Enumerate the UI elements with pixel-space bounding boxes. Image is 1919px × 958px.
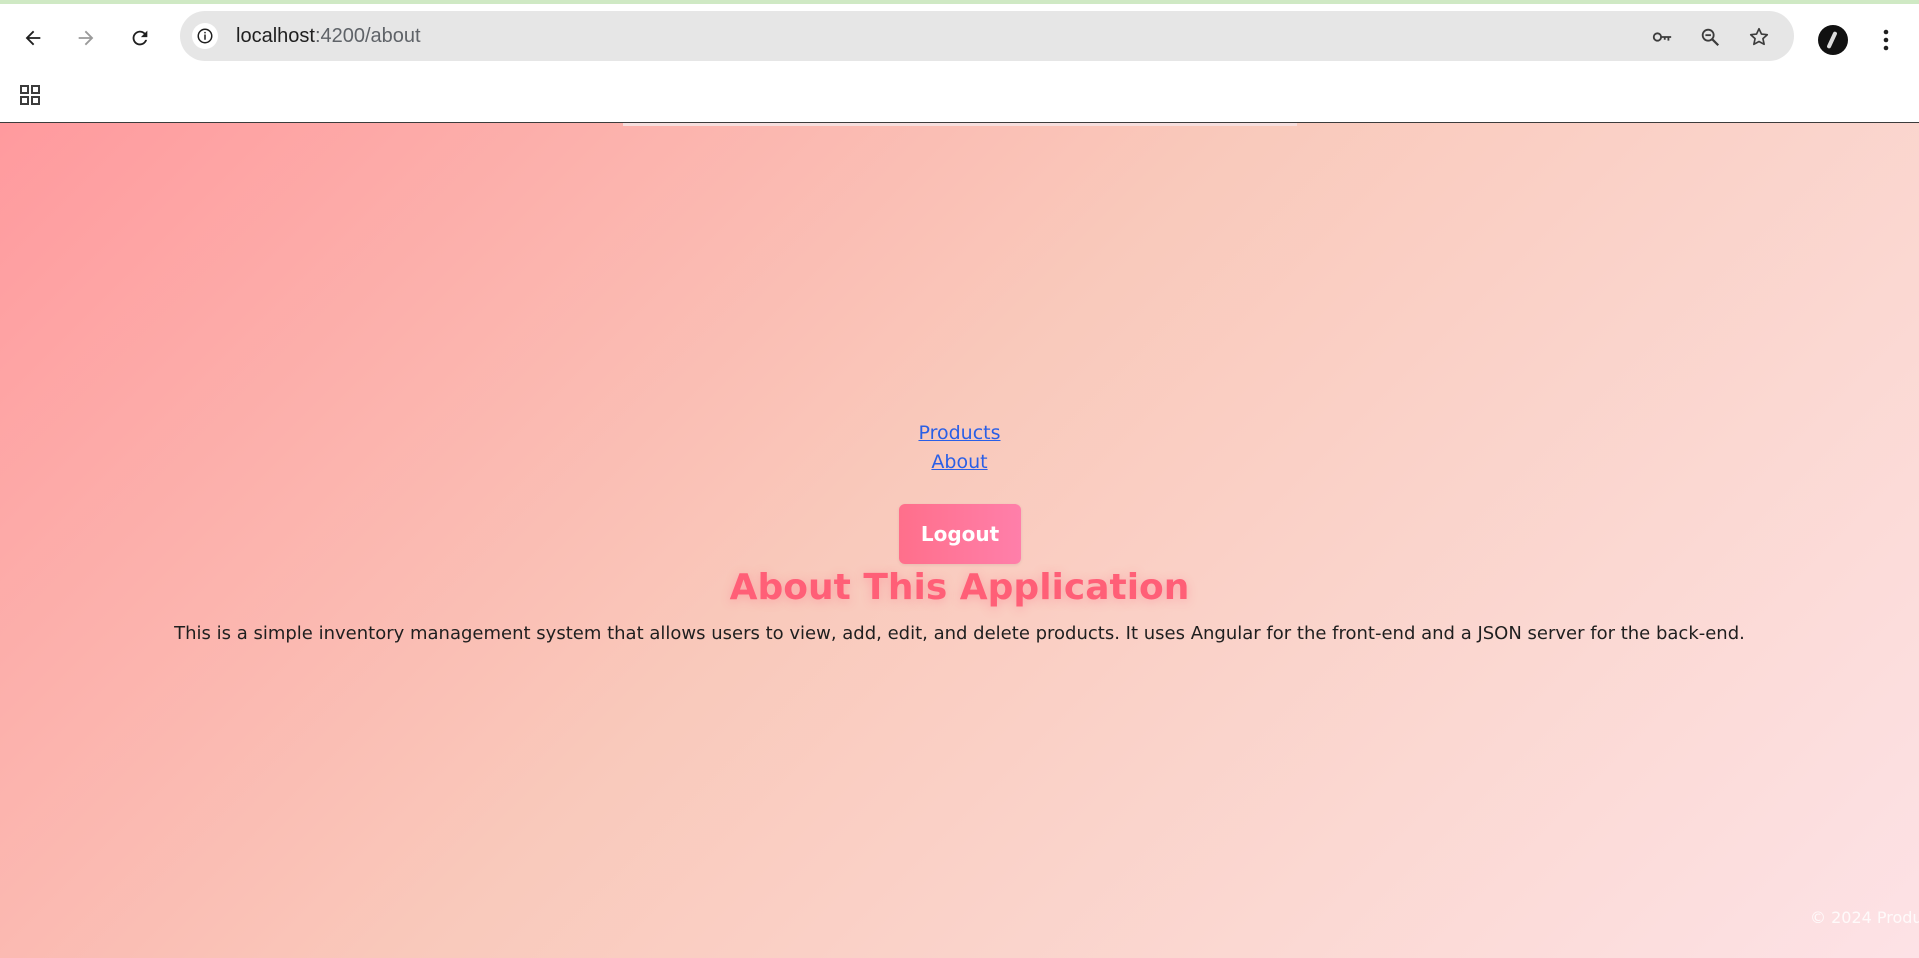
- key-icon: [1652, 32, 1672, 42]
- info-icon: [197, 28, 213, 44]
- nav-link-products[interactable]: Products: [918, 419, 1000, 448]
- page-viewport: Products About Logout About This Applica…: [0, 123, 1919, 958]
- password-manager-button[interactable]: [1649, 24, 1675, 50]
- site-info-button[interactable]: [192, 23, 218, 49]
- reload-button[interactable]: [120, 18, 160, 58]
- profile-avatar[interactable]: [1818, 25, 1848, 55]
- loading-strip: [623, 123, 1297, 126]
- back-button[interactable]: [13, 18, 53, 58]
- browser-toolbar: localhost:4200/about: [0, 4, 1919, 70]
- kebab-menu-icon: [1883, 29, 1889, 51]
- apps-button[interactable]: [16, 81, 44, 109]
- page-title: About This Application: [729, 567, 1190, 608]
- url-text[interactable]: localhost:4200/about: [236, 24, 421, 48]
- forward-button[interactable]: [66, 18, 106, 58]
- reload-icon: [132, 30, 148, 46]
- forward-arrow-icon: [78, 30, 94, 46]
- main-nav: Products About: [0, 419, 1919, 477]
- star-icon: [1749, 27, 1769, 46]
- browser-menu-button[interactable]: [1872, 20, 1900, 60]
- zoom-out-icon: [1701, 28, 1720, 47]
- url-path: :4200/about: [314, 25, 421, 47]
- bookmark-button[interactable]: [1746, 24, 1772, 50]
- address-bar[interactable]: localhost:4200/about: [180, 11, 1794, 61]
- footer-copyright: © 2024 Produ: [1810, 908, 1919, 927]
- apps-grid-icon: [20, 85, 40, 105]
- url-host: localhost: [236, 25, 315, 47]
- bookmarks-bar: [0, 70, 1919, 123]
- nav-link-about[interactable]: About: [931, 448, 987, 477]
- page-description: This is a simple inventory management sy…: [174, 623, 1745, 644]
- zoom-button[interactable]: [1697, 24, 1723, 50]
- back-arrow-icon: [25, 30, 41, 46]
- logout-button[interactable]: Logout: [899, 504, 1021, 564]
